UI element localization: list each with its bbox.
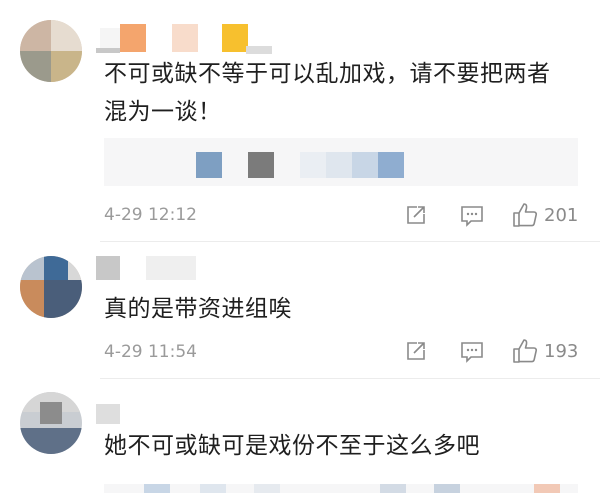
- comment-time: 4-29 11:54: [104, 342, 197, 362]
- blurred-quote[interactable]: [104, 138, 578, 186]
- comment-button[interactable]: [460, 341, 484, 363]
- divider: [100, 241, 600, 242]
- quote-mosaic: [534, 484, 560, 493]
- comment-icon: [461, 206, 483, 227]
- comment-text: 真的是带资进组唉: [104, 296, 292, 322]
- avatar-mosaic: [44, 256, 68, 280]
- avatar-mosaic: [20, 20, 51, 51]
- comment-icon: [461, 342, 483, 363]
- comment-time: 4-29 12:12: [104, 205, 197, 225]
- avatar-mosaic: [20, 51, 51, 82]
- like-count: 201: [544, 204, 579, 226]
- avatar[interactable]: [20, 20, 82, 82]
- quote-mosaic: [200, 484, 226, 493]
- blurred-quote[interactable]: [104, 484, 578, 493]
- share-button[interactable]: [405, 340, 427, 362]
- quote-mosaic: [144, 484, 170, 493]
- username-mosaic: [146, 256, 196, 280]
- avatar-mosaic: [51, 51, 82, 82]
- username-mosaic: [96, 256, 120, 280]
- quote-mosaic: [378, 152, 404, 178]
- like-button[interactable]: 193: [512, 338, 578, 364]
- thumbs-up-icon: [512, 202, 538, 228]
- avatar-mosaic: [20, 256, 44, 280]
- quote-mosaic: [254, 484, 280, 493]
- like-button[interactable]: 201: [512, 202, 578, 228]
- username-mosaic: [172, 24, 198, 52]
- quote-mosaic: [300, 152, 326, 178]
- username-mosaic: [120, 24, 146, 52]
- username-mosaic: [222, 24, 248, 52]
- quote-mosaic: [352, 152, 378, 178]
- quote-mosaic: [434, 484, 460, 493]
- quote-mosaic: [380, 484, 406, 493]
- quote-mosaic: [326, 152, 352, 178]
- avatar-mosaic: [44, 280, 82, 318]
- username-mosaic: [96, 404, 120, 424]
- avatar-mosaic: [51, 20, 82, 51]
- like-count: 193: [544, 340, 579, 362]
- username-mosaic: [96, 48, 120, 53]
- divider: [100, 378, 600, 379]
- comment-button[interactable]: [460, 205, 484, 227]
- share-button[interactable]: [405, 204, 427, 226]
- avatar-mosaic: [20, 280, 44, 318]
- thumbs-up-icon: [512, 338, 538, 364]
- comment-text: 不可或缺不等于可以乱加戏，请不要把两者 混为一谈！: [104, 61, 551, 125]
- share-icon: [407, 206, 425, 224]
- comment-text: 她不可或缺可是戏份不至于这么多吧: [104, 433, 480, 459]
- username-mosaic: [246, 46, 272, 54]
- quote-mosaic: [196, 152, 222, 178]
- share-icon: [407, 342, 425, 360]
- avatar[interactable]: [20, 392, 82, 454]
- avatar-mosaic: [20, 428, 82, 454]
- avatar[interactable]: [20, 256, 82, 318]
- avatar-mosaic: [68, 256, 82, 280]
- avatar-mosaic: [40, 402, 62, 424]
- quote-mosaic: [248, 152, 274, 178]
